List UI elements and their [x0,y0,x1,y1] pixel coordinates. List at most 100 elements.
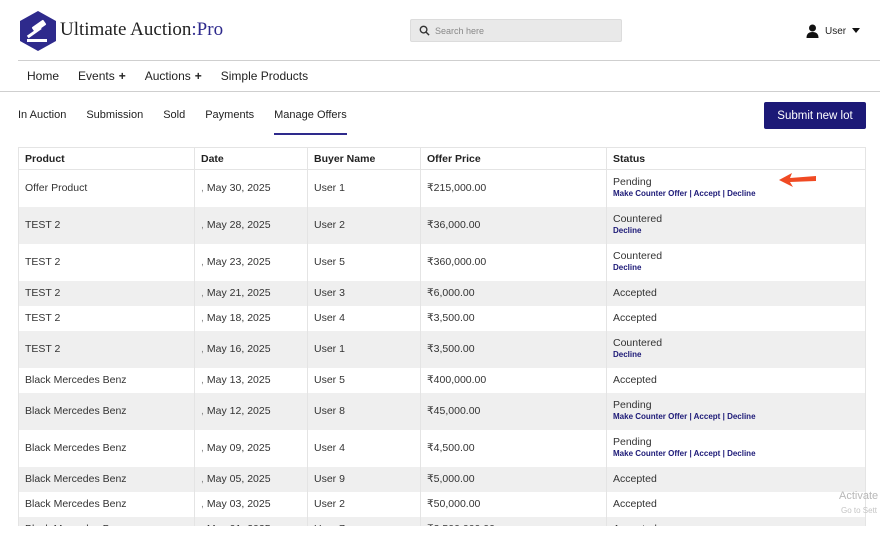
offer-actions: Make Counter Offer | Accept | Decline [613,188,859,200]
status-text: Accepted [613,498,657,510]
buyer-name: User 2 [307,206,421,244]
date-prefix-mark: , [201,219,204,231]
buyer-name: User 5 [307,367,421,393]
table-row: Black Mercedes Benz, May 09, 2025 User 4 ₹4… [18,429,866,467]
search-input[interactable] [435,25,615,36]
offer-actions: Make Counter Offer | Accept | Decline [613,411,859,423]
product-link[interactable]: Black Mercedes Benz [18,429,195,467]
date-prefix-mark: , [201,405,204,417]
submit-new-lot-button[interactable]: Submit new lot [764,102,866,129]
status-text: Accepted [613,312,657,324]
buyer-name: User 2 [307,491,421,517]
table-row: Black Mercedes Benz, May 03, 2025 User 2 ₹5… [18,491,866,517]
sub-tabs: In Auction Submission Sold Payments Mana… [18,109,367,135]
product-link[interactable]: Black Mercedes Benz [18,392,195,430]
product-link[interactable]: Black Mercedes Benz [18,491,195,517]
gavel-logo-icon[interactable] [18,10,58,52]
table-row: Offer Product, May 30, 2025 User 1 ₹215,000… [18,169,866,207]
tab-sold[interactable]: Sold [163,109,185,121]
offer-date-cell: , May 03, 2025 [194,491,308,517]
make-counter-offer-link[interactable]: Make Counter Offer [613,412,687,421]
decline-link[interactable]: Decline [727,449,755,458]
offer-price: ₹400,000.00 [420,367,607,393]
nav-simple-products[interactable]: Simple Products [221,69,308,83]
offer-price: ₹5,000.00 [420,466,607,492]
decline-link[interactable]: Decline [727,412,755,421]
buyer-name: User 1 [307,169,421,207]
product-link[interactable]: TEST 2 [18,305,195,331]
nav-home[interactable]: Home [27,69,59,83]
caret-down-icon [852,28,861,33]
status-cell: Accepted [606,367,866,393]
buyer-name: User 8 [307,392,421,430]
accept-link[interactable]: Accept [694,449,721,458]
offer-price: ₹3,500.00 [420,330,607,368]
expand-plus-icon[interactable]: + [195,69,202,83]
decline-link[interactable]: Decline [613,263,641,272]
expand-plus-icon[interactable]: + [119,69,126,83]
nav-events[interactable]: Events + [78,69,126,83]
offer-date-cell: , May 21, 2025 [194,280,308,306]
brand-name[interactable]: Ultimate Auction:Pro [60,19,223,41]
status-text: Accepted [613,374,657,386]
product-link[interactable]: Black Mercedes Benz [18,367,195,393]
user-menu[interactable]: User [806,24,861,38]
accept-link[interactable]: Accept [694,412,721,421]
tab-in-auction[interactable]: In Auction [18,109,66,121]
action-separator: | [689,449,692,458]
make-counter-offer-link[interactable]: Make Counter Offer [613,449,687,458]
product-link[interactable]: Black Mercedes Benz [18,466,195,492]
nav-auctions[interactable]: Auctions + [145,69,202,83]
table-row: TEST 2, May 23, 2025 User 5 ₹360,000.00 Coun… [18,243,866,281]
decline-link[interactable]: Decline [613,350,641,359]
activation-watermark: Activate [839,490,879,502]
status-text: Countered [613,337,663,349]
status-cell: Countered Decline [606,206,866,244]
offer-date: May 12, 2025 [206,405,271,417]
action-separator: | [722,412,725,421]
action-separator: | [689,189,692,199]
offer-actions: Decline [613,349,859,361]
product-link[interactable]: TEST 2 [18,280,195,306]
offer-date: May 21, 2025 [206,287,271,299]
decline-link[interactable]: Decline [727,189,755,198]
product-link[interactable]: TEST 2 [18,330,195,368]
decline-link[interactable]: Decline [613,226,641,235]
table-row: TEST 2, May 28, 2025 User 2 ₹36,000.00 Count… [18,206,866,244]
table-header-row: Product Date Buyer Name Offer Price Stat… [18,147,866,170]
offer-price: ₹45,000.00 [420,392,607,430]
offer-price: ₹215,000.00 [420,169,607,207]
search-icon [419,25,430,36]
date-prefix-mark: , [201,256,204,268]
bottom-cutoff [0,526,880,558]
search-box[interactable] [410,19,622,42]
user-label: User [825,25,847,37]
offer-date: May 18, 2025 [206,312,271,324]
accept-link[interactable]: Accept [694,189,721,198]
activation-watermark-sub: Go to Sett [841,506,878,515]
buyer-name: User 9 [307,466,421,492]
col-header-date: Date [194,147,308,170]
offer-actions: Decline [613,225,859,237]
col-header-product: Product [18,147,195,170]
status-cell: Pending Make Counter Offer | Accept | Dec… [606,429,866,467]
status-cell: Accepted [606,491,866,517]
offer-date-cell: , May 12, 2025 [194,392,308,430]
product-link[interactable]: TEST 2 [18,243,195,281]
status-text: Accepted [613,473,657,485]
offer-price: ₹4,500.00 [420,429,607,467]
tab-manage-offers[interactable]: Manage Offers [274,109,347,135]
product-link[interactable]: Offer Product [18,169,195,207]
status-text: Pending [613,399,652,411]
table-row: TEST 2, May 18, 2025 User 4 ₹3,500.00 Accept… [18,305,866,331]
date-prefix-mark: , [201,442,204,454]
product-link[interactable]: TEST 2 [18,206,195,244]
make-counter-offer-link[interactable]: Make Counter Offer [613,189,687,198]
top-bar: Ultimate Auction:Pro User [0,0,880,60]
col-header-status: Status [606,147,866,170]
tab-submission[interactable]: Submission [86,109,143,121]
date-prefix-mark: , [201,312,204,324]
offer-actions: Make Counter Offer | Accept | Decline [613,448,859,460]
table-row: TEST 2, May 16, 2025 User 1 ₹3,500.00 Counte… [18,330,866,368]
tab-payments[interactable]: Payments [205,109,254,121]
